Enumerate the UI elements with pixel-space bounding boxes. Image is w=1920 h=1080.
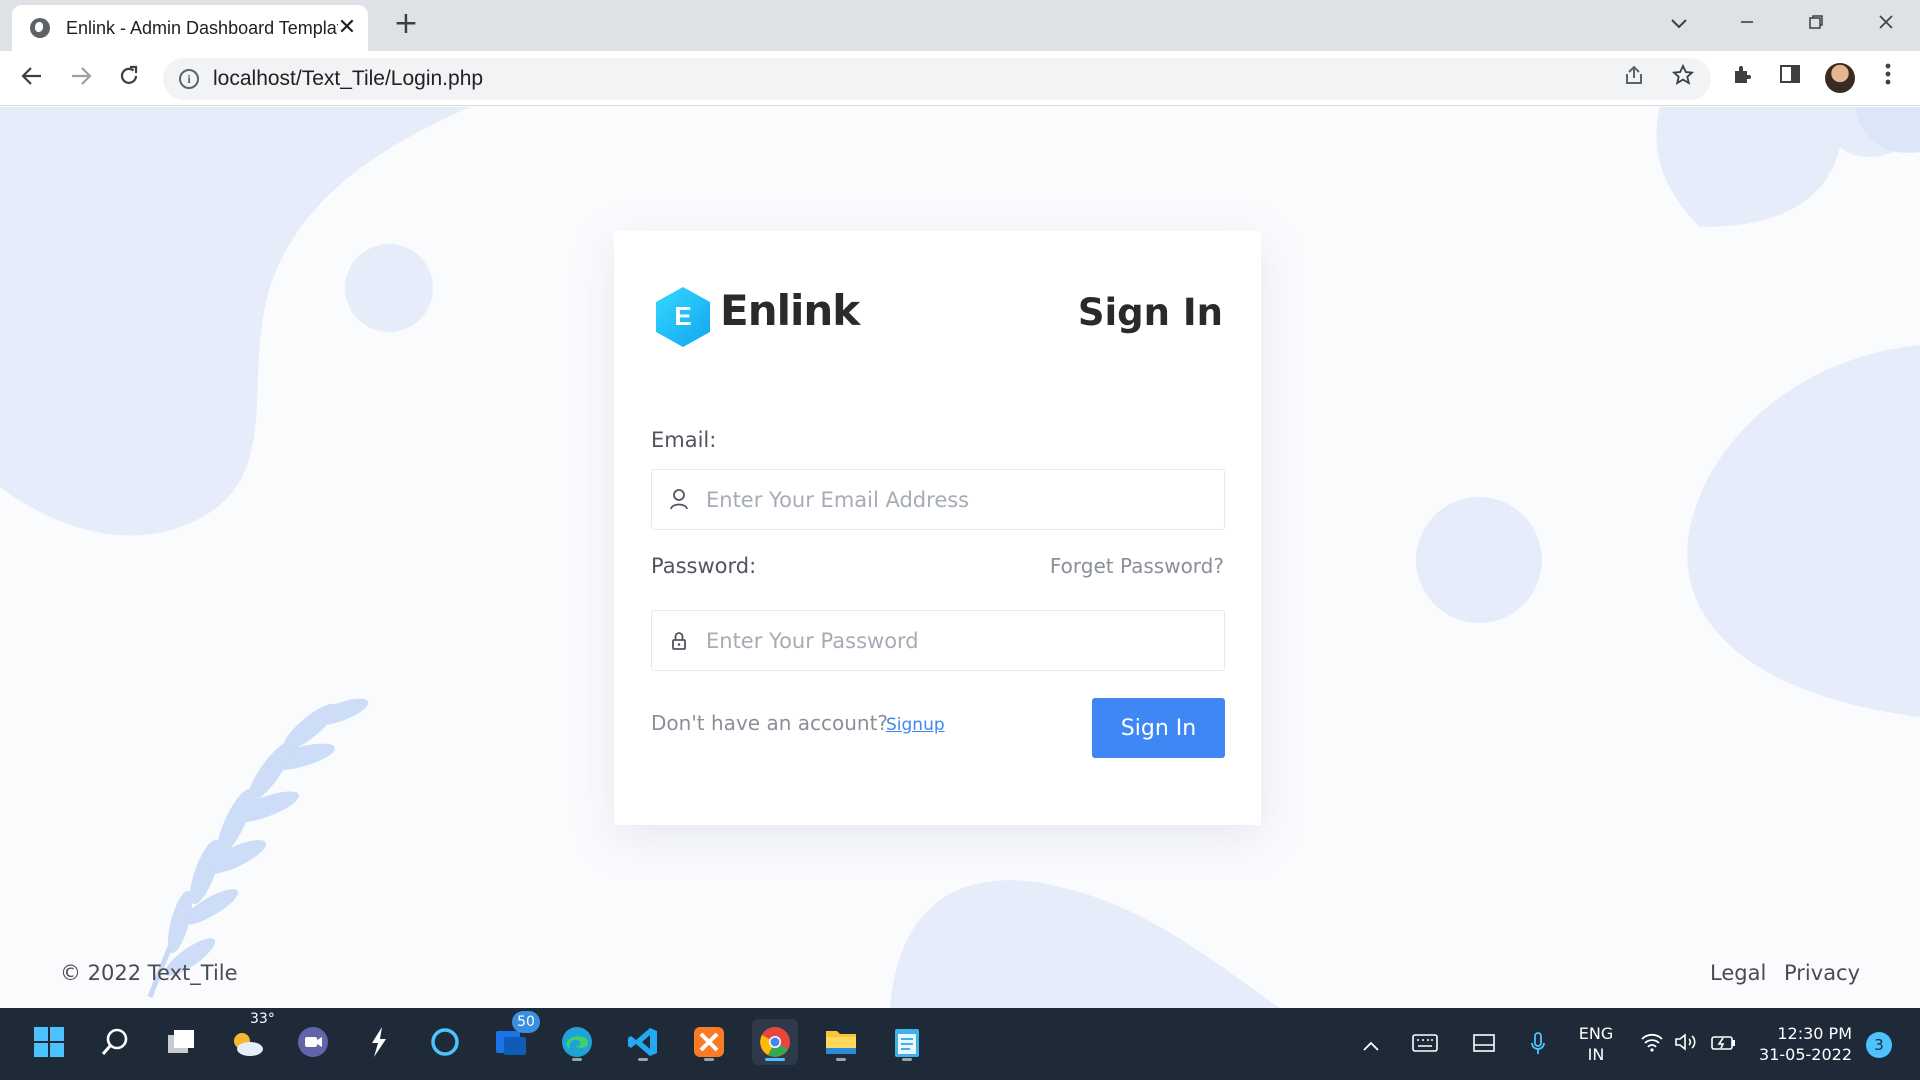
- sign-in-title: Sign In: [1077, 291, 1223, 334]
- store-button[interactable]: 50: [488, 1011, 540, 1065]
- password-field[interactable]: [651, 610, 1225, 671]
- privacy-link[interactable]: Privacy: [1784, 961, 1860, 985]
- teams-chat-button[interactable]: [290, 1019, 336, 1065]
- user-icon: [668, 488, 690, 512]
- notification-center-badge[interactable]: 3: [1866, 1032, 1892, 1058]
- vscode-button[interactable]: [620, 1019, 666, 1065]
- reload-icon[interactable]: [111, 61, 147, 97]
- profile-avatar[interactable]: [1825, 63, 1855, 93]
- chrome-button[interactable]: [752, 1019, 798, 1065]
- forgot-password-link[interactable]: Forget Password?: [1050, 554, 1224, 578]
- file-explorer-button[interactable]: [818, 1019, 864, 1065]
- tab-search-icon[interactable]: [1659, 6, 1699, 40]
- password-label: Password:: [651, 554, 757, 578]
- weather-temp: 33°: [250, 1011, 275, 1027]
- globe-favicon-icon: [30, 18, 50, 38]
- cortana-icon: [431, 1028, 459, 1056]
- lock-icon: [668, 629, 690, 653]
- start-button[interactable]: [26, 1019, 72, 1065]
- email-field[interactable]: [651, 469, 1225, 530]
- page-viewport: E Enlink Sign In Email: Password: Forget…: [0, 107, 1920, 1008]
- touch-keyboard-icon[interactable]: [1409, 1032, 1441, 1058]
- show-hidden-icons-icon[interactable]: [1355, 1032, 1387, 1058]
- site-info-icon[interactable]: i: [179, 69, 199, 89]
- vscode-icon: [628, 1028, 657, 1056]
- clock-time: 12:30 PM: [1777, 1024, 1852, 1043]
- edge-button[interactable]: [554, 1019, 600, 1065]
- windows-logo-icon: [34, 1027, 64, 1057]
- app-bolt-button[interactable]: [356, 1019, 402, 1065]
- wifi-icon[interactable]: [1636, 1032, 1668, 1058]
- email-input[interactable]: [706, 470, 1206, 529]
- url-text[interactable]: localhost/Text_Tile/Login.php: [213, 67, 483, 91]
- language-code: ENG: [1578, 1024, 1614, 1043]
- minimize-icon[interactable]: [1727, 6, 1767, 40]
- taskbar: 33° 50 ENG IN 12:30 PM 31-05-2022 3: [0, 1008, 1920, 1080]
- volume-icon[interactable]: [1670, 1032, 1702, 1058]
- close-window-icon[interactable]: [1866, 6, 1906, 40]
- copyright-text: © 2022 Text_Tile: [60, 961, 238, 985]
- clock-date: 31-05-2022: [1759, 1045, 1852, 1064]
- legal-link[interactable]: Legal: [1710, 961, 1766, 985]
- address-bar[interactable]: i localhost/Text_Tile/Login.php: [163, 58, 1711, 100]
- restore-icon[interactable]: [1796, 6, 1836, 40]
- bolt-app-icon: [372, 1027, 386, 1057]
- running-indicator: [572, 1058, 582, 1061]
- browser-tab-strip: Enlink - Admin Dashboard Template ✕ +: [0, 0, 1920, 51]
- system-clock[interactable]: 12:30 PM 31-05-2022: [1752, 1023, 1852, 1065]
- side-panel-icon[interactable]: [1774, 63, 1806, 95]
- brand-name: Enlink: [720, 286, 860, 335]
- running-indicator: [638, 1058, 648, 1061]
- tablet-mode-icon[interactable]: [1468, 1032, 1500, 1058]
- weather-widget[interactable]: 33°: [224, 1011, 275, 1065]
- bookmark-star-icon[interactable]: [1668, 63, 1698, 94]
- close-tab-icon[interactable]: ✕: [334, 15, 360, 41]
- notepad-button[interactable]: [884, 1019, 930, 1065]
- search-button[interactable]: [92, 1019, 138, 1065]
- running-indicator: [902, 1058, 912, 1061]
- edge-browser-icon: [562, 1027, 592, 1057]
- forward-icon[interactable]: [63, 61, 99, 97]
- notification-badge: 50: [512, 1011, 540, 1033]
- chrome-icon: [760, 1027, 790, 1057]
- password-input[interactable]: [706, 611, 1206, 670]
- running-indicator: [704, 1058, 714, 1061]
- task-view-icon: [168, 1030, 194, 1053]
- chat-icon: [298, 1027, 328, 1057]
- weather-icon: [234, 1033, 263, 1056]
- region-code: IN: [1587, 1045, 1605, 1064]
- sign-in-button[interactable]: Sign In: [1092, 698, 1225, 758]
- menu-icon[interactable]: [1872, 63, 1904, 95]
- xampp-button[interactable]: [686, 1019, 732, 1065]
- language-indicator[interactable]: ENG IN: [1575, 1023, 1617, 1065]
- battery-icon[interactable]: [1708, 1032, 1740, 1058]
- extensions-icon[interactable]: [1726, 63, 1758, 95]
- running-indicator: [765, 1058, 785, 1061]
- task-view-button[interactable]: [158, 1019, 204, 1065]
- logo-letter: E: [674, 301, 692, 331]
- notepad-icon: [895, 1029, 919, 1057]
- running-indicator: [836, 1058, 846, 1061]
- email-label: Email:: [651, 428, 717, 452]
- xampp-icon: [694, 1027, 724, 1057]
- cortana-button[interactable]: [422, 1019, 468, 1065]
- browser-toolbar: i localhost/Text_Tile/Login.php: [0, 51, 1920, 106]
- new-tab-button[interactable]: +: [390, 9, 422, 41]
- tab-title: Enlink - Admin Dashboard Template: [66, 18, 338, 38]
- share-icon[interactable]: [1619, 64, 1649, 94]
- search-icon: [101, 1028, 128, 1055]
- back-icon[interactable]: [14, 61, 50, 97]
- signup-link[interactable]: Signup: [886, 715, 945, 735]
- login-card: E Enlink Sign In Email: Password: Forget…: [614, 231, 1261, 825]
- folder-icon: [826, 1031, 856, 1054]
- browser-tab[interactable]: Enlink - Admin Dashboard Template ✕: [12, 5, 368, 51]
- no-account-text: Don't have an account?: [651, 711, 889, 735]
- microphone-icon[interactable]: [1522, 1032, 1554, 1058]
